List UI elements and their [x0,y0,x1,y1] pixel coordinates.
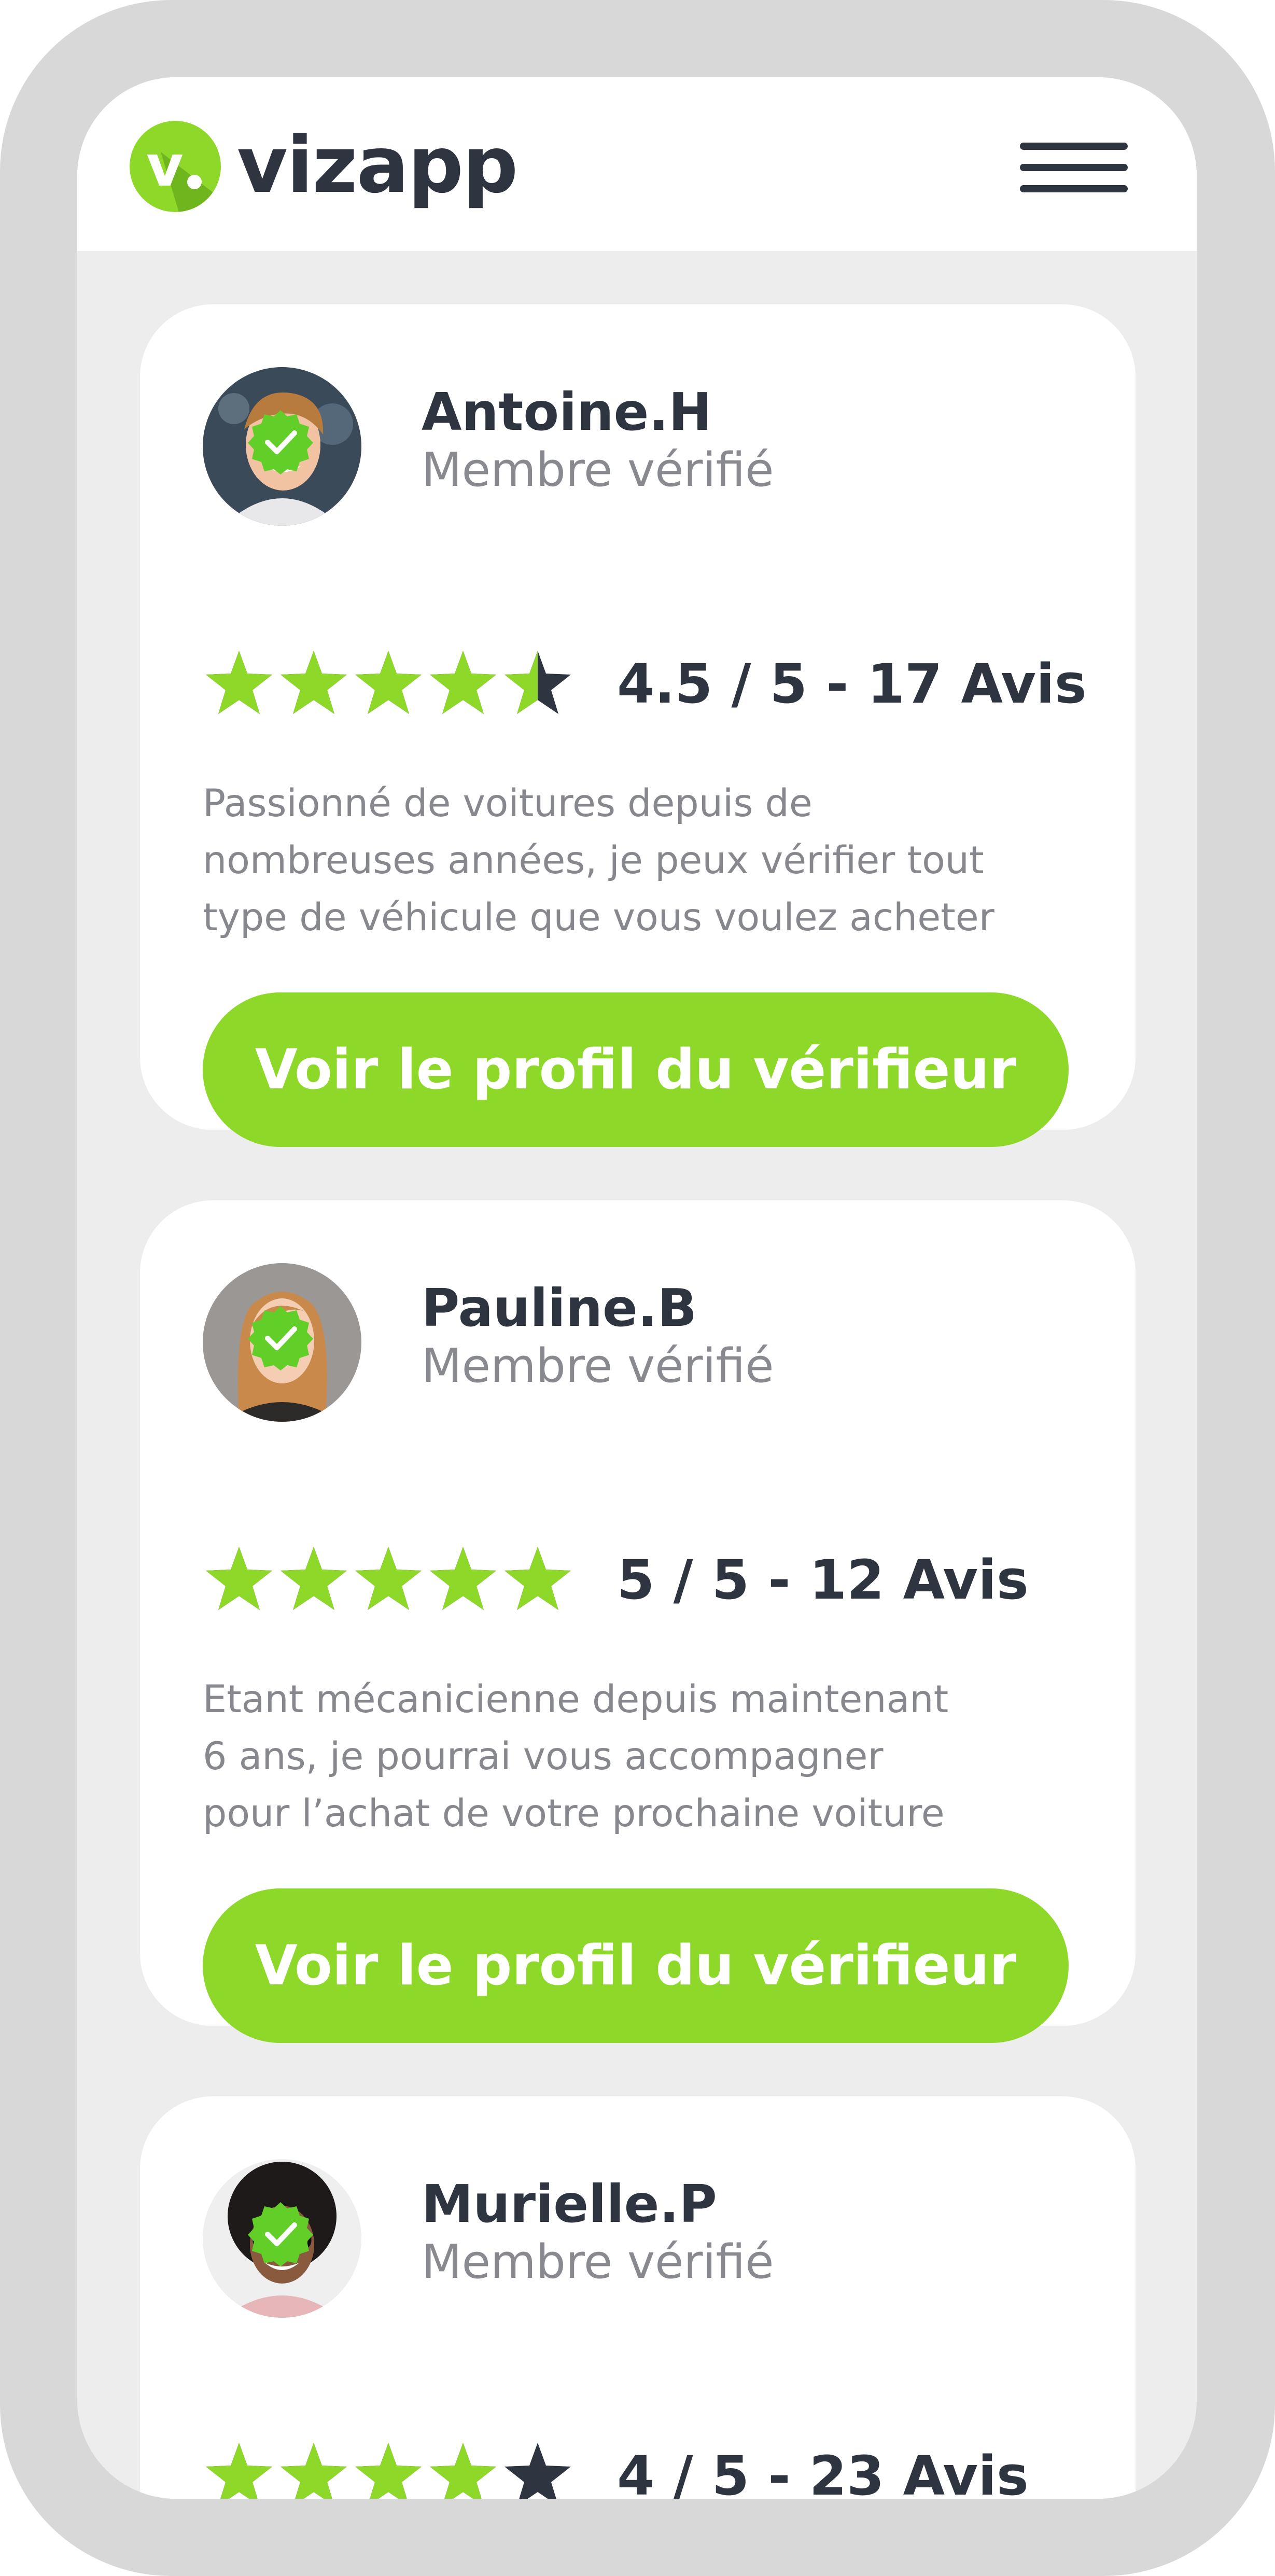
description-line: nombreuses années, je peux vérifier tout [203,838,984,883]
member-status: Membre vérifié [422,2235,774,2289]
verified-badge-icon [247,1304,314,1371]
star-icon [206,651,272,714]
star-icon [430,651,496,714]
star-icon [281,2443,347,2499]
star-icon [281,651,347,714]
rating-text: 4 / 5 - 23 Avis [617,2444,1029,2499]
star-rating [203,2440,576,2499]
verifier-card: Murielle.P Membre vérifié 4 / 5 - 23 Avi… [140,2096,1136,2499]
verifier-description: Passionné de voitures depuis de nombreus… [203,775,1084,946]
verifier-description: Etant mécanicienne depuis maintenant 6 a… [203,1671,1084,1842]
star-icon [430,1547,496,1610]
rating-text: 4.5 / 5 - 17 Avis [617,652,1087,716]
app-header: v vizapp [77,77,1197,251]
description-line: 6 ans, je pourrai vous accompagner [203,1734,884,1779]
description-line: Etant mécanicienne depuis maintenant [203,1677,949,1721]
verifier-card: Pauline.B Membre vérifié 5 / 5 - 12 Avis… [140,1200,1136,2043]
star-icon [505,651,571,714]
verifier-name: Pauline.B [422,1278,697,1338]
star-icon [355,1547,422,1610]
member-status: Membre vérifié [422,443,774,497]
member-status: Membre vérifié [422,1339,774,1393]
view-profile-button[interactable]: Voir le profil du vérifieur [203,992,1069,1147]
verified-badge-icon [247,2200,314,2267]
description-line: Passionné de voitures depuis de [203,781,812,825]
svg-text:v: v [146,133,184,199]
star-icon [430,2443,496,2499]
verifier-name: Murielle.P [422,2174,717,2234]
star-rating [203,1544,576,1616]
star-icon [355,2443,422,2499]
star-icon [505,1547,571,1610]
hamburger-icon[interactable] [1020,143,1128,192]
verified-badge-icon [247,408,314,475]
star-icon [505,2443,571,2499]
phone-frame: v vizapp Antoine.H Membre vérifié 4.5 / … [0,0,1275,2576]
view-profile-button[interactable]: Voir le profil du vérifieur [203,1888,1069,2043]
screen: v vizapp Antoine.H Membre vérifié 4.5 / … [77,77,1197,2499]
star-icon [206,1547,272,1610]
star-icon [206,2443,272,2499]
star-rating [203,648,576,720]
rating-text: 5 / 5 - 12 Avis [617,1548,1029,1612]
description-line: type de véhicule que vous voulez acheter [203,895,994,940]
verifier-name: Antoine.H [422,382,712,442]
verifier-card: Antoine.H Membre vérifié 4.5 / 5 - 17 Av… [140,304,1136,1147]
star-icon [281,1547,347,1610]
star-icon [355,651,422,714]
brand-name[interactable]: vizapp [237,119,518,212]
vizapp-logo-icon[interactable]: v [130,121,221,212]
description-line: pour l’achat de votre prochaine voiture [203,1791,945,1836]
